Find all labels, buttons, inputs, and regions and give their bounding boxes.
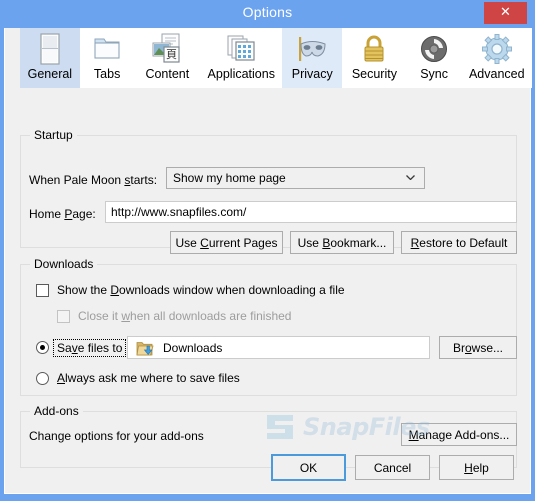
browse-button[interactable]: Browse... bbox=[439, 336, 517, 359]
show-downloads-window-checkbox[interactable] bbox=[36, 284, 49, 297]
always-ask-radio[interactable] bbox=[36, 372, 49, 385]
security-lock-icon bbox=[359, 32, 389, 66]
addons-group-title: Add-ons bbox=[30, 404, 83, 418]
always-ask-label: Always ask me where to save files bbox=[57, 371, 240, 385]
save-files-to-label[interactable]: Save files to bbox=[53, 339, 127, 357]
tab-label: Sync bbox=[420, 67, 449, 81]
download-folder-field[interactable]: Downloads bbox=[127, 336, 430, 359]
applications-icon bbox=[224, 32, 258, 66]
tab-label: Applications bbox=[207, 67, 275, 81]
use-current-pages-button[interactable]: Use Current Pages bbox=[170, 231, 283, 254]
privacy-mask-icon bbox=[294, 32, 330, 66]
download-folder-name: Downloads bbox=[163, 341, 223, 355]
tab-sync[interactable]: Sync bbox=[407, 28, 462, 88]
home-page-input[interactable] bbox=[105, 201, 517, 223]
startup-behavior-value: Show my home page bbox=[173, 171, 286, 185]
show-downloads-window-label: Show the Downloads window when downloadi… bbox=[57, 283, 345, 297]
cancel-button[interactable]: Cancel bbox=[355, 455, 430, 480]
startup-group-title: Startup bbox=[30, 128, 77, 142]
radio-dot bbox=[40, 345, 45, 350]
sync-arrows-icon bbox=[419, 32, 449, 66]
save-files-to-radio[interactable] bbox=[36, 341, 49, 354]
content-page-icon: 頁 bbox=[150, 32, 184, 66]
tab-label: General bbox=[27, 67, 73, 81]
ok-button[interactable]: OK bbox=[271, 454, 346, 481]
tab-label: Security bbox=[351, 67, 397, 81]
when-starts-label: When Pale Moon starts: bbox=[29, 173, 158, 187]
close-icon[interactable]: ✕ bbox=[484, 2, 527, 24]
tab-tabs[interactable]: Tabs bbox=[80, 28, 135, 88]
dialog-client-area: General Tabs 頁 Content Applications Priv… bbox=[4, 28, 532, 494]
tab-content[interactable]: 頁 Content bbox=[135, 28, 201, 88]
tab-general[interactable]: General bbox=[20, 28, 80, 88]
tab-security[interactable]: Security bbox=[342, 28, 407, 88]
folder-tabs-icon bbox=[92, 32, 122, 66]
svg-text:頁: 頁 bbox=[166, 48, 177, 61]
help-button[interactable]: Help bbox=[439, 455, 514, 480]
restore-to-default-button[interactable]: Restore to Default bbox=[401, 231, 517, 254]
titlebar: Options ✕ bbox=[0, 0, 535, 28]
advanced-gear-icon bbox=[481, 32, 513, 66]
home-page-label: Home Page: bbox=[29, 207, 96, 221]
close-when-finished-checkbox bbox=[57, 310, 70, 323]
options-dialog-window: Options ✕ General Tabs 頁 Content Applica… bbox=[0, 0, 535, 501]
tab-label: Advanced bbox=[468, 67, 525, 81]
tab-advanced[interactable]: Advanced bbox=[462, 28, 532, 88]
use-bookmark-button[interactable]: Use Bookmark... bbox=[290, 231, 394, 254]
download-folder-icon bbox=[136, 342, 154, 356]
general-page-icon bbox=[37, 32, 63, 66]
dialog-footer: OK Cancel Help bbox=[5, 428, 532, 494]
startup-behavior-select[interactable]: Show my home page bbox=[166, 167, 425, 189]
tab-applications[interactable]: Applications bbox=[200, 28, 282, 88]
tab-strip: General Tabs 頁 Content Applications Priv… bbox=[20, 28, 532, 88]
window-title: Options bbox=[242, 4, 293, 20]
close-when-finished-label: Close it when all downloads are finished bbox=[78, 309, 292, 323]
tab-label: Content bbox=[145, 67, 190, 81]
chevron-down-icon bbox=[406, 175, 415, 180]
tab-label: Privacy bbox=[291, 67, 333, 81]
tab-label: Tabs bbox=[93, 67, 121, 81]
downloads-group-title: Downloads bbox=[30, 257, 98, 271]
tab-privacy[interactable]: Privacy bbox=[282, 28, 343, 88]
